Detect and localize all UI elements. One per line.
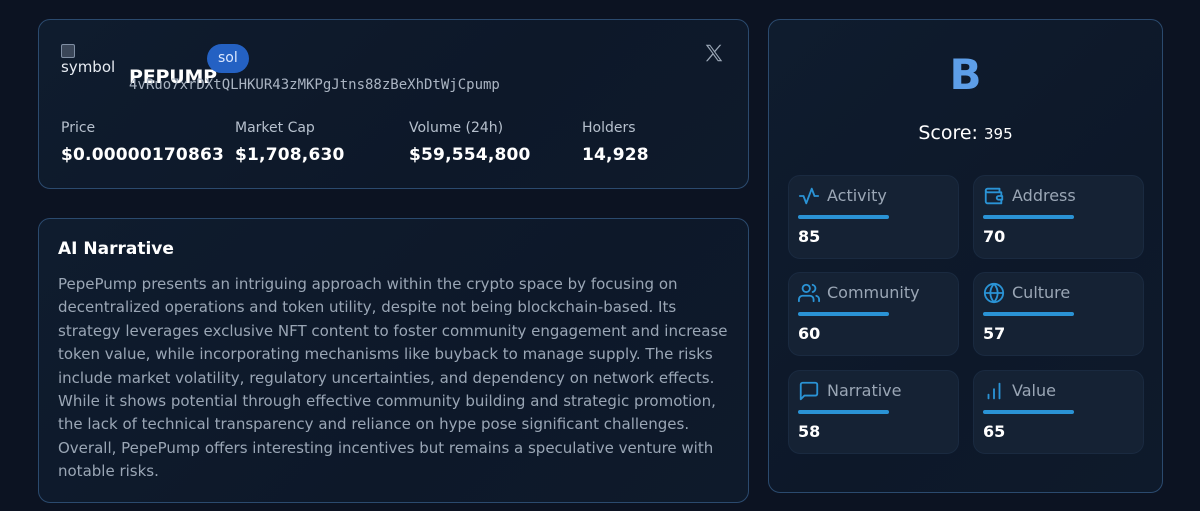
metric-address: Address 70: [973, 175, 1144, 259]
stat-label: Volume (24h): [409, 120, 504, 136]
metric-value: 58: [798, 422, 821, 441]
wallet-icon: [984, 187, 1004, 205]
stat-value: $59,554,800: [409, 145, 531, 165]
users-icon: [798, 283, 820, 303]
metric-narrative: Narrative 58: [788, 370, 959, 454]
token-info-card: symbol PEPUMP sol 4vRuo7xrDXtQLHKUR43zMK…: [38, 19, 749, 189]
metric-value: 60: [798, 324, 821, 343]
stat-holders: Holders 14,928: [582, 120, 649, 165]
stat-value: 14,928: [582, 145, 649, 165]
metric-value: 70: [983, 227, 1006, 246]
metric-value-card: Value 65: [973, 370, 1144, 454]
stat-label: Holders: [582, 120, 636, 136]
metric-bar: [798, 410, 889, 414]
metric-name: Address: [1012, 186, 1076, 205]
token-logo: symbol: [61, 44, 117, 80]
stat-value: $0.00000170863: [61, 145, 225, 165]
chain-badge: sol: [207, 44, 249, 73]
stat-market-cap: Market Cap $1,708,630: [235, 120, 345, 165]
metric-bar: [983, 410, 1074, 414]
score-card: B Score: 395 Activity 85 Address 70 Comm…: [768, 19, 1163, 493]
score-value: 395: [984, 125, 1013, 143]
stat-price: Price $0.00000170863: [61, 120, 224, 165]
token-logo-alt-text: symbol: [61, 58, 116, 76]
score-grade: B: [949, 50, 982, 99]
score-label: Score:: [918, 122, 978, 144]
narrative-title: AI Narrative: [58, 239, 174, 259]
stat-label: Price: [61, 120, 96, 136]
metric-value: 57: [983, 324, 1006, 343]
metric-bar: [798, 312, 889, 316]
x-logo-icon[interactable]: [703, 42, 725, 64]
stat-volume-24h: Volume (24h) $59,554,800: [409, 120, 531, 165]
bar-chart-icon: [987, 382, 1001, 400]
metric-activity: Activity 85: [788, 175, 959, 259]
activity-icon: [798, 187, 820, 205]
metric-name: Community: [827, 283, 920, 302]
metric-community: Community 60: [788, 272, 959, 356]
message-square-icon: [799, 381, 819, 401]
metric-name: Narrative: [827, 381, 902, 400]
ai-narrative-card: AI Narrative PepePump presents an intrig…: [38, 218, 749, 503]
score-total: Score: 395: [769, 122, 1162, 144]
metric-bar: [983, 312, 1074, 316]
globe-icon: [983, 282, 1005, 304]
narrative-body: PepePump presents an intriguing approach…: [58, 275, 728, 481]
metric-bar: [798, 215, 889, 219]
metric-value: 65: [983, 422, 1006, 441]
metric-name: Value: [1012, 381, 1056, 400]
broken-image-icon: [61, 44, 75, 58]
stat-label: Market Cap: [235, 120, 315, 136]
metric-culture: Culture 57: [973, 272, 1144, 356]
metric-name: Culture: [1012, 283, 1071, 302]
token-address[interactable]: 4vRuo7xrDXtQLHKUR43zMKPgJtns88zBeXhDtWjC…: [129, 77, 500, 93]
metric-value: 85: [798, 227, 821, 246]
stat-value: $1,708,630: [235, 145, 345, 165]
metric-name: Activity: [827, 186, 887, 205]
metric-bar: [983, 215, 1074, 219]
